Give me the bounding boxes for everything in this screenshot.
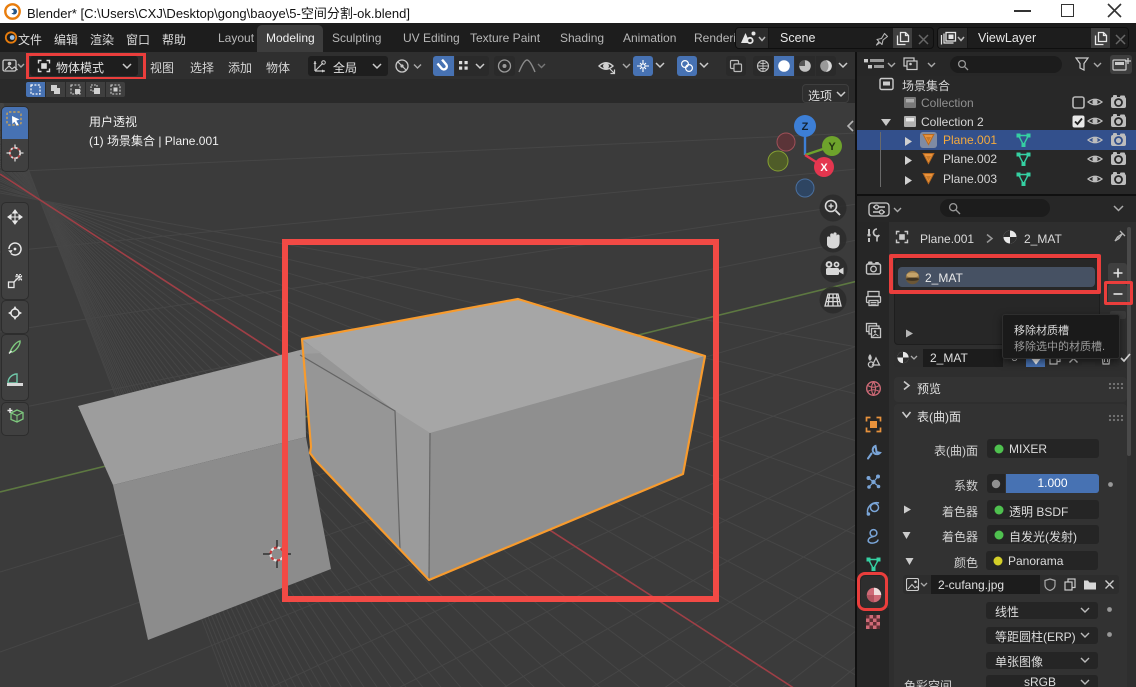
svg-text:Y: Y xyxy=(828,141,836,153)
svg-text:Z: Z xyxy=(802,121,809,133)
svg-text:X: X xyxy=(820,162,828,174)
